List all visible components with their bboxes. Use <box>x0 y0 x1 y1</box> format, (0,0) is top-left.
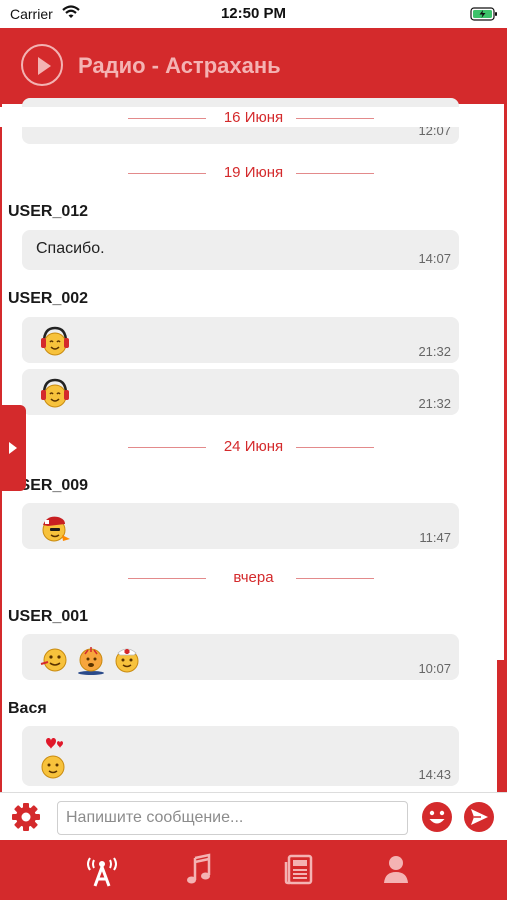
music-icon <box>187 853 211 884</box>
date-separator: 19 Июня <box>0 162 507 184</box>
message-sender: Вася <box>8 700 47 717</box>
message-bubble[interactable]: 10:07 <box>22 634 459 680</box>
status-clock: 12:50 PM <box>220 5 287 22</box>
radio-icon <box>87 857 117 887</box>
message-bubble[interactable]: 11:47 <box>22 503 459 549</box>
message-time: 21:32 <box>418 396 451 411</box>
date-label: вчера <box>233 569 274 586</box>
emoji-picker-icon[interactable] <box>421 801 453 833</box>
message-time: 14:43 <box>418 767 451 782</box>
message-sender: USER_002 <box>8 290 89 307</box>
smiley-icon <box>40 648 67 672</box>
tab-radio[interactable] <box>82 852 122 888</box>
play-button[interactable] <box>21 44 63 86</box>
headphones-smiley-icon <box>41 378 69 408</box>
message-bubble[interactable]: 21:32 <box>22 317 459 363</box>
separator-line <box>296 578 374 579</box>
message-sender: USER_012 <box>8 203 89 220</box>
nurse-smiley-icon <box>115 648 139 673</box>
message-time: 11:47 <box>419 530 451 545</box>
bottom-tab-bar <box>0 840 507 900</box>
compose-bar <box>0 792 507 840</box>
gear-icon[interactable] <box>10 801 42 833</box>
arrow-right-icon <box>9 442 17 454</box>
separator-line <box>296 173 374 174</box>
date-label: 16 Июня <box>223 109 284 126</box>
message-bubble[interactable]: Спасибо. 14:07 <box>22 230 459 270</box>
date-label: 19 Июня <box>223 164 284 181</box>
date-separator: 16 Июня <box>0 107 507 127</box>
bouncing-smiley-icon <box>78 647 104 675</box>
love-smiley-icon <box>41 738 65 779</box>
battery-charging-icon <box>470 7 497 21</box>
station-title: Радио - Астрахань <box>78 53 281 78</box>
date-separator: вчера <box>0 567 507 589</box>
message-time: 21:32 <box>418 344 451 359</box>
date-label: 24 Июня <box>223 438 284 455</box>
status-bar: Carrier 12:50 PM <box>0 0 507 28</box>
cap-smiley-icon <box>42 516 70 542</box>
separator-line <box>296 118 374 119</box>
tab-music[interactable] <box>180 852 220 888</box>
play-icon <box>38 57 51 75</box>
scrollbar-thumb[interactable] <box>497 660 504 792</box>
message-bubble[interactable]: 21:32 <box>22 369 459 415</box>
news-icon <box>284 854 313 885</box>
message-time: 14:07 <box>418 251 451 266</box>
message-bubble[interactable]: 14:43 <box>22 726 459 786</box>
send-icon[interactable] <box>463 801 495 833</box>
message-time: 10:07 <box>418 661 451 676</box>
message-sender: USER_001 <box>8 608 89 625</box>
profile-icon <box>384 856 408 883</box>
app-header: Радио - Астрахань <box>0 28 507 104</box>
date-separator: 24 Июня <box>0 436 507 458</box>
chat-scrollbar[interactable] <box>497 104 504 792</box>
message-text: Спасибо. <box>36 240 105 257</box>
message-input[interactable] <box>57 801 408 835</box>
headphones-smiley-icon <box>41 326 69 356</box>
tab-news[interactable] <box>279 852 319 888</box>
chat-area[interactable]: 12:07 16 Июня 19 Июня USER_012 Спасибо. … <box>0 98 507 792</box>
separator-line <box>296 447 374 448</box>
side-drawer-toggle[interactable] <box>0 405 26 491</box>
tab-profile[interactable] <box>376 852 416 888</box>
